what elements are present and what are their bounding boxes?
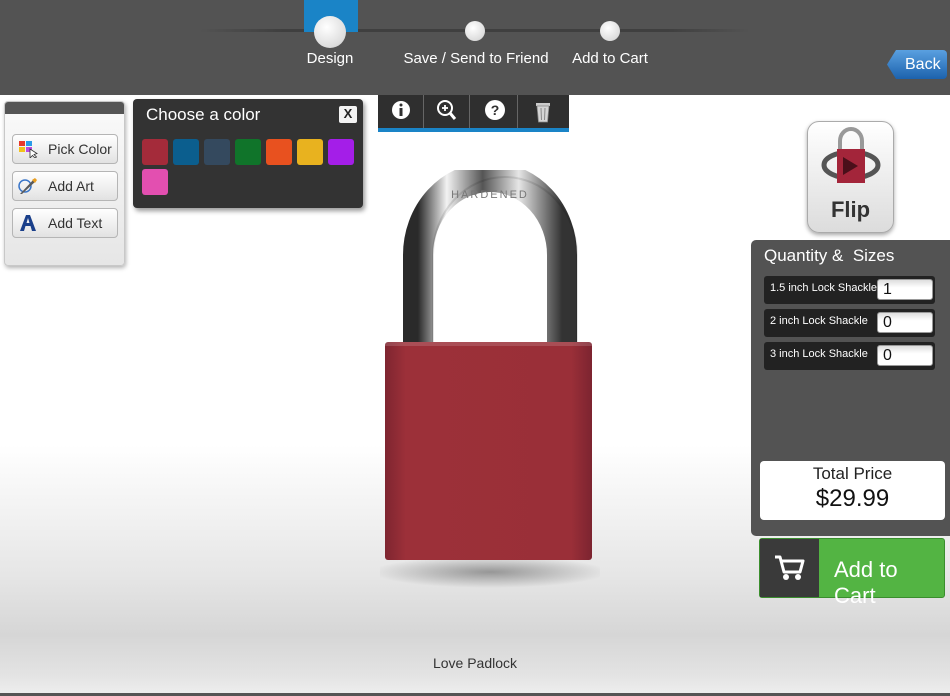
color-swatch[interactable] [142,139,168,165]
flip-label: Flip [830,197,871,222]
cart-icon-box [760,539,819,597]
help-button[interactable]: ? [472,95,518,128]
canvas-toolbar: ? [378,95,569,132]
quantity-input[interactable] [877,345,933,366]
total-price-box: Total Price $29.99 [760,461,945,520]
padlock-preview[interactable]: HARDENED [380,170,600,590]
quantity-row: 3 inch Lock Shackle [764,342,935,370]
add-text-button[interactable]: Add Text [12,208,118,238]
size-label: 1.5 inch Lock Shackle [770,282,878,294]
color-swatch[interactable] [297,139,323,165]
quantity-sizes-panel: Quantity & Sizes 1.5 inch Lock Shackle 2… [751,240,950,536]
pick-color-button[interactable]: Pick Color [12,134,118,164]
zoom-in-icon [437,100,457,120]
svg-text:?: ? [491,102,500,118]
info-button[interactable] [378,95,424,128]
back-button[interactable]: Back [887,50,947,79]
flip-icon [821,127,881,183]
tools-panel: Pick Color Add Art Add Text [4,101,125,266]
text-a-icon [20,215,36,231]
product-name: Love Padlock [432,655,518,671]
color-swatch[interactable] [173,139,199,165]
step-label-add-to-cart[interactable]: Add to Cart [572,50,648,67]
step-dot-save-send[interactable] [465,21,485,41]
quantity-input[interactable] [877,312,933,333]
color-swatch[interactable] [235,139,261,165]
quantity-row: 2 inch Lock Shackle [764,309,935,337]
add-to-cart-button[interactable]: Add to Cart [759,538,945,608]
info-icon [392,101,410,119]
color-swatch[interactable] [266,139,292,165]
shackle-engraving: HARDENED [451,189,529,201]
add-art-label: Add Art [48,178,94,194]
add-text-label: Add Text [48,215,103,231]
step-dot-add-to-cart[interactable] [600,21,620,41]
trash-icon [536,103,550,123]
quantity-input[interactable] [877,279,933,300]
palette-icon [19,141,38,158]
flip-button[interactable]: Flip [807,121,894,233]
color-picker-panel: Choose a color X [133,99,363,208]
total-price-value: $29.99 [815,485,890,512]
step-dot-design[interactable] [314,16,346,48]
top-navigation-bar: Design Save / Send to Friend Add to Cart… [0,0,950,95]
add-art-button[interactable]: Add Art [12,171,118,201]
color-swatch[interactable] [204,139,230,165]
pick-color-label: Pick Color [48,141,112,157]
total-price-label: Total Price [812,464,893,483]
color-swatch[interactable] [328,139,354,165]
zoom-button[interactable] [424,95,470,128]
quantity-row: 1.5 inch Lock Shackle [764,276,935,304]
close-button[interactable]: X [339,106,357,123]
step-label-save-send[interactable]: Save / Send to Friend [403,50,548,67]
size-label: 2 inch Lock Shackle [770,315,868,327]
delete-button[interactable] [520,95,566,128]
add-to-cart-label: Add to Cart [834,557,898,608]
quantity-title: Quantity & Sizes [764,246,895,265]
art-brush-icon [18,178,37,194]
color-swatch[interactable] [142,169,168,195]
step-label-design[interactable]: Design [307,50,354,67]
color-picker-title: Choose a color [146,105,261,124]
help-icon: ? [485,100,505,120]
tools-panel-header [5,102,124,114]
size-label: 3 inch Lock Shackle [770,348,868,360]
cart-icon [775,555,805,580]
